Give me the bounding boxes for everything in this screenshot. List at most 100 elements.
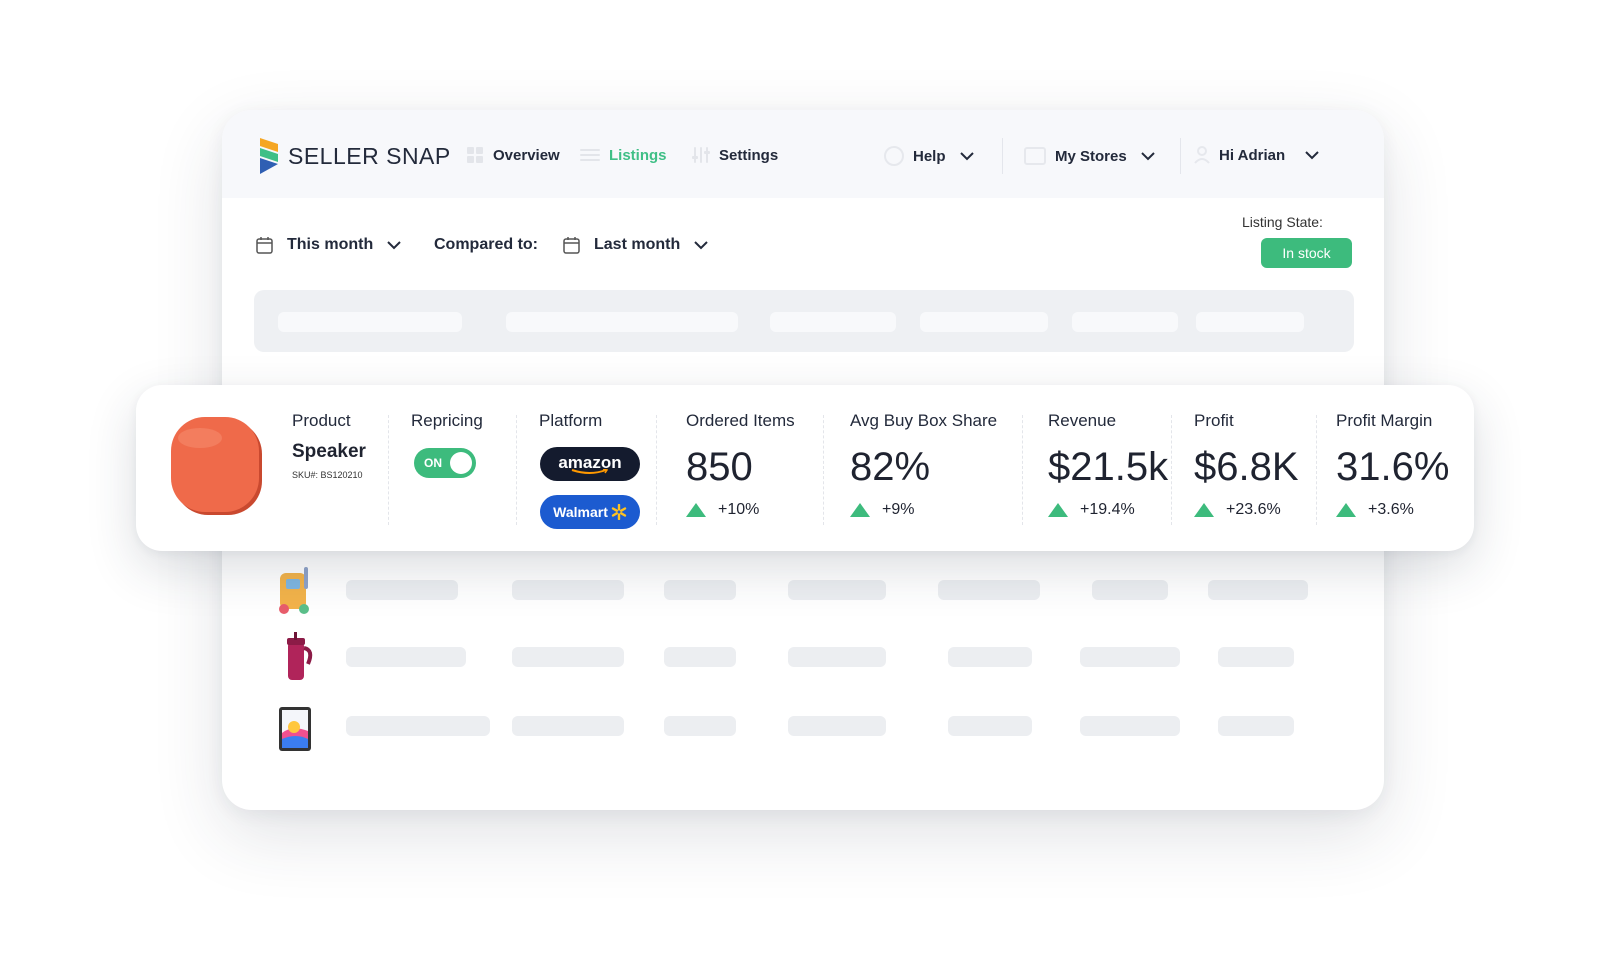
- period-value: This month: [287, 236, 374, 253]
- calendar-icon: [563, 237, 580, 254]
- buy-box-share-value: 82%: [850, 445, 931, 489]
- amazon-badge[interactable]: amazon: [540, 447, 640, 481]
- logo-mark-icon: [260, 138, 278, 174]
- calendar-icon: [256, 237, 273, 254]
- profit-delta: +23.6%: [1194, 501, 1281, 519]
- compare-period-value: Last month: [594, 236, 681, 253]
- delta-text: +10%: [718, 501, 760, 518]
- skeleton-pill: [788, 647, 886, 667]
- user-greeting: Hi Adrian: [1219, 146, 1286, 164]
- skeleton-pill: [1080, 647, 1180, 667]
- walmart-spark-icon: [611, 504, 627, 520]
- nav-listings-label: Listings: [609, 146, 667, 164]
- table-header-placeholder: [254, 290, 1354, 352]
- toy-icon[interactable]: [274, 565, 320, 617]
- trend-up-icon: [686, 503, 706, 517]
- skeleton-pill: [1080, 716, 1180, 736]
- user-menu[interactable]: Hi Adrian: [1194, 146, 1319, 164]
- sliders-icon: [692, 147, 710, 163]
- buy-box-share-header: Avg Buy Box Share: [850, 411, 998, 430]
- delta-text: +9%: [882, 501, 915, 518]
- my-stores-menu[interactable]: My Stores: [1024, 146, 1155, 166]
- nav-settings-label: Settings: [719, 146, 779, 164]
- profit-margin-value: 31.6%: [1336, 445, 1450, 489]
- skeleton-pill: [664, 647, 736, 667]
- skeleton-pill: [664, 716, 736, 736]
- trend-up-icon: [1048, 503, 1068, 517]
- nav-settings[interactable]: Settings: [692, 146, 778, 164]
- profit-margin-delta: +3.6%: [1336, 501, 1414, 519]
- tumbler-icon[interactable]: [274, 632, 320, 684]
- skeleton-pill: [512, 716, 624, 736]
- walmart-logo-text: Walmart: [553, 504, 608, 520]
- profit-header: Profit: [1194, 411, 1234, 430]
- nav-divider: [1180, 138, 1181, 174]
- revenue-delta: +19.4%: [1048, 501, 1135, 519]
- chevron-down-icon: [694, 240, 708, 249]
- tablet-icon[interactable]: [274, 703, 320, 755]
- skeleton-pill: [770, 312, 896, 332]
- ordered-items-header: Ordered Items: [686, 411, 795, 430]
- nav-listings[interactable]: Listings: [580, 146, 667, 164]
- skeleton-pill: [948, 647, 1032, 667]
- help-menu[interactable]: Help: [884, 146, 974, 166]
- skeleton-pill: [346, 647, 466, 667]
- help-icon: [884, 146, 904, 166]
- revenue-header: Revenue: [1048, 411, 1117, 430]
- delta-text: +19.4%: [1080, 501, 1135, 518]
- skeleton-pill: [1218, 716, 1294, 736]
- skeleton-pill: [788, 580, 886, 600]
- listing-state-label: Listing State:: [1242, 214, 1323, 230]
- chevron-down-icon: [1305, 150, 1319, 159]
- column-separator: [516, 415, 517, 525]
- store-icon: [1024, 147, 1046, 165]
- help-label: Help: [913, 147, 946, 165]
- compare-period-dropdown[interactable]: Last month: [563, 236, 708, 254]
- amazon-smile-icon: [571, 469, 609, 474]
- delta-text: +23.6%: [1226, 501, 1281, 518]
- compared-to-label: Compared to:: [434, 236, 538, 253]
- chevron-down-icon: [387, 240, 401, 249]
- column-separator: [823, 415, 824, 525]
- period-dropdown[interactable]: This month: [256, 236, 401, 254]
- product-highlight-card[interactable]: Product Speaker SKU#: BS120210 Repricing…: [136, 385, 1474, 551]
- skeleton-pill: [512, 647, 624, 667]
- trend-up-icon: [1194, 503, 1214, 517]
- skeleton-pill: [1218, 647, 1294, 667]
- product-sku: SKU#: BS120210: [292, 470, 363, 480]
- skeleton-pill: [1092, 580, 1168, 600]
- skeleton-pill: [512, 580, 624, 600]
- trend-up-icon: [850, 503, 870, 517]
- repricing-column-header: Repricing: [411, 411, 483, 430]
- walmart-badge[interactable]: Walmart: [540, 495, 640, 529]
- product-name: Speaker: [292, 441, 366, 462]
- column-separator: [1316, 415, 1317, 525]
- skeleton-pill: [664, 580, 736, 600]
- skeleton-pill: [1208, 580, 1308, 600]
- product-column-header: Product: [292, 411, 351, 430]
- repricing-toggle[interactable]: ON: [414, 448, 476, 478]
- list-icon: [580, 149, 600, 161]
- listing-state-badge[interactable]: In stock: [1261, 238, 1352, 268]
- trend-up-icon: [1336, 503, 1356, 517]
- user-icon: [1194, 146, 1210, 164]
- column-separator: [1022, 415, 1023, 525]
- toggle-knob: [450, 452, 472, 474]
- platform-column-header: Platform: [539, 411, 603, 430]
- nav-overview-label: Overview: [493, 146, 560, 164]
- nav-overview[interactable]: Overview: [466, 146, 560, 164]
- buy-box-share-delta: +9%: [850, 501, 914, 519]
- column-separator: [656, 415, 657, 525]
- skeleton-pill: [278, 312, 462, 332]
- brand-logo[interactable]: SELLER SNAP: [258, 138, 451, 174]
- skeleton-pill: [1072, 312, 1178, 332]
- ordered-items-delta: +10%: [686, 501, 759, 519]
- ordered-items-value: 850: [686, 445, 753, 489]
- column-separator: [388, 415, 389, 525]
- chevron-down-icon: [959, 151, 974, 160]
- chevron-down-icon: [1140, 151, 1155, 160]
- brand-name: SELLER SNAP: [288, 142, 451, 169]
- profit-margin-header: Profit Margin: [1336, 411, 1433, 430]
- skeleton-pill: [920, 312, 1048, 332]
- speaker-product-image[interactable]: [170, 416, 264, 517]
